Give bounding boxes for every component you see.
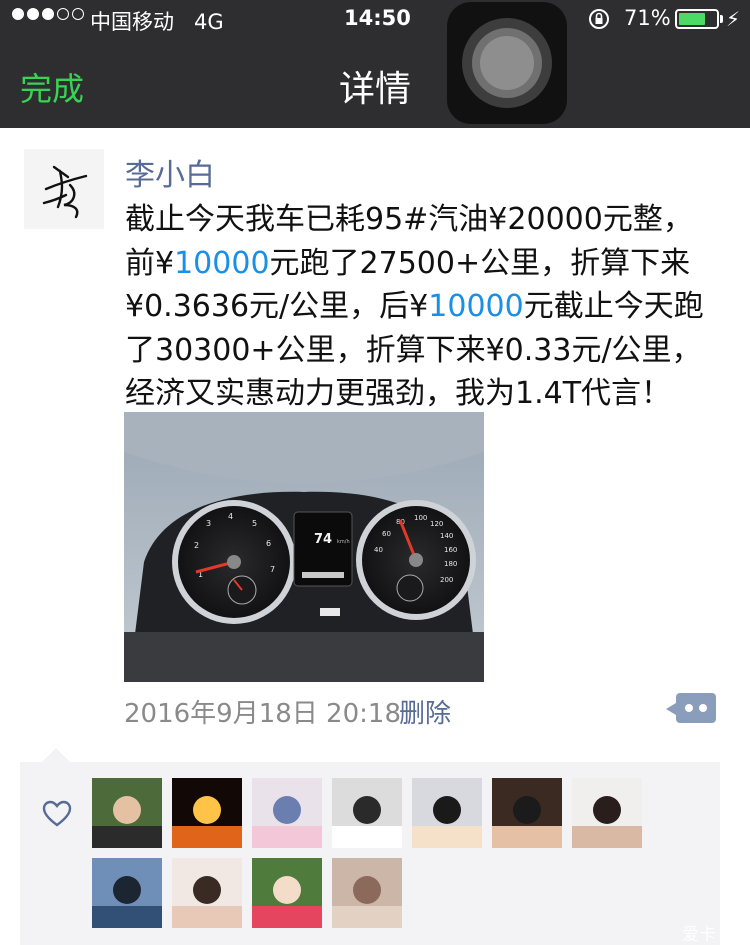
svg-text:7: 7 [270,565,275,574]
svg-text:200: 200 [440,576,453,584]
svg-text:5: 5 [252,519,257,528]
navigation-bar: 中国移动 4G 14:50 71% ⚡ 完成 详情 [0,0,750,128]
signature-logo [42,165,88,219]
post-text-line: 了30300+公里，折算下来¥0.33元/公里， [125,332,702,368]
battery-icon [675,9,719,29]
status-bar: 中国移动 4G 14:50 71% ⚡ [0,0,750,40]
like-avatar-7[interactable] [572,778,642,848]
svg-text:140: 140 [440,532,453,540]
like-avatar-3[interactable] [252,778,322,848]
page-title: 详情 [338,69,411,110]
comment-menu-button[interactable] [666,693,716,723]
post-timestamp: 2016年9月18日 20:18 [124,699,401,729]
post-photo-dashboard[interactable]: 123 4567 6080100 120140160 18020040 74 k… [124,412,484,682]
speed-display: 74 [314,532,332,547]
likes-panel [20,748,720,945]
delete-button[interactable]: 删除 [399,693,451,730]
like-avatar-10[interactable] [252,858,322,928]
signal-strength-icon [12,8,84,20]
rotation-lock-icon [589,9,609,29]
clock: 14:50 [344,6,411,30]
like-avatar-11[interactable] [332,858,402,928]
like-avatar-8[interactable] [92,858,162,928]
svg-text:60: 60 [382,530,391,538]
assistive-touch-button[interactable] [447,2,567,124]
svg-text:6: 6 [266,539,271,548]
like-avatar-2[interactable] [172,778,242,848]
svg-text:180: 180 [444,560,457,568]
heart-icon [42,800,72,827]
post-text-line: 截止今天我车已耗95#汽油¥20000元整， [125,202,693,237]
svg-text:40: 40 [374,546,383,554]
svg-text:160: 160 [444,546,457,554]
author-avatar[interactable] [24,149,104,229]
svg-text:2: 2 [194,541,199,550]
phone-number-link[interactable]: 10000 [428,289,523,324]
like-avatar-9[interactable] [172,858,242,928]
post-text-line: 经济又实惠动力更强劲，我为1.4T代言！ [125,376,672,411]
author-name[interactable]: 李小白 [125,150,215,194]
post-text-line: 前¥10000元跑了27500+公里，折算下来 [125,245,691,281]
like-avatar-1[interactable] [92,778,162,848]
carrier-label: 中国移动 4G [90,10,224,34]
svg-text:100: 100 [414,514,427,522]
like-avatar-6[interactable] [492,778,562,848]
like-avatar-4[interactable] [332,778,402,848]
speed-unit: km/h [337,539,350,545]
svg-text:3: 3 [206,519,211,528]
post-text-line: ¥0.3636元/公里，后¥10000元截止今天跑 [125,289,704,324]
post-text: 截止今天我车已耗95#汽油¥20000元整， 前¥10000元跑了27500+公… [125,198,730,416]
phone-number-link[interactable]: 10000 [174,246,269,281]
battery-percentage: 71% [624,6,671,30]
charging-bolt-icon: ⚡ [726,7,741,31]
like-avatar-5[interactable] [412,778,482,848]
watermark: 爱卡 [682,925,716,945]
svg-text:4: 4 [228,512,233,521]
svg-text:120: 120 [430,520,443,528]
